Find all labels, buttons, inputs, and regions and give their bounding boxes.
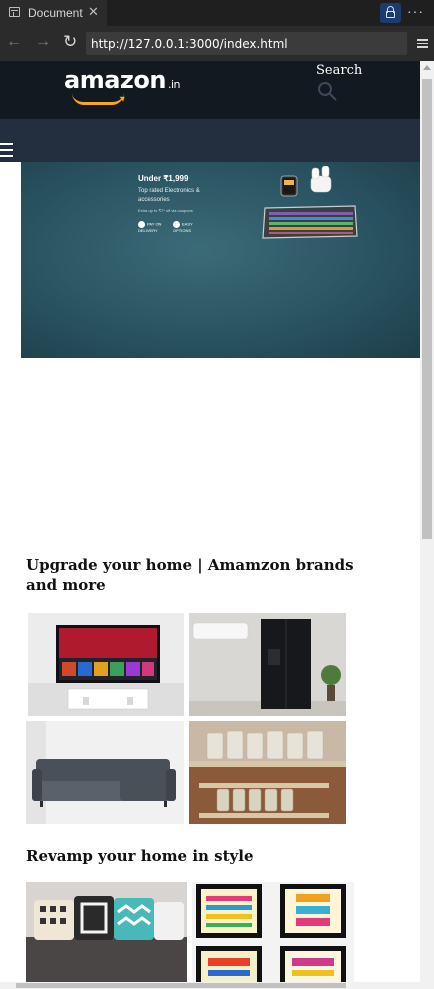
- tile-smart-tv[interactable]: [28, 613, 184, 716]
- page-viewport: amazon .in Search Under ₹1,999 Top rated …: [0, 61, 420, 982]
- tile-cushions[interactable]: [26, 882, 187, 982]
- tile-sofa[interactable]: [26, 721, 184, 824]
- refrigerator-image: [189, 613, 346, 716]
- section-title-revamp-home: Revamp your home in style: [26, 847, 254, 865]
- tile-kitchen-containers[interactable]: [189, 721, 346, 824]
- browser-tab[interactable]: Document ✕: [0, 0, 107, 26]
- kitchen-containers-image: [189, 721, 346, 824]
- electronics-products-image: [262, 166, 358, 239]
- scroll-up-arrow-icon[interactable]: [423, 65, 431, 70]
- tile-wall-frames[interactable]: [192, 882, 354, 982]
- back-arrow-icon[interactable]: ←: [6, 33, 22, 51]
- amazon-logo[interactable]: amazon .in: [64, 66, 180, 94]
- menu-icon[interactable]: [417, 39, 428, 48]
- close-icon[interactable]: ✕: [88, 4, 99, 20]
- tile-refrigerator[interactable]: [189, 613, 346, 716]
- search-label[interactable]: Search: [316, 63, 362, 78]
- tab-title: Document: [28, 6, 83, 20]
- banner-note: Extra up to ₹7* off via coupons: [138, 208, 193, 213]
- section-title-upgrade-home: Upgrade your home | Amamzon brands and m…: [26, 556, 354, 594]
- page-icon: [9, 7, 20, 17]
- banner-title: Under ₹1,999: [138, 174, 189, 183]
- pay-on-delivery-badge: PAY ON DELIVERY: [138, 221, 162, 233]
- more-options-icon[interactable]: ···: [407, 3, 424, 19]
- smart-tv-image: [28, 613, 184, 716]
- browser-toolbar: ← → ↻ http://127.0.0.1:3000/index.html: [0, 26, 434, 61]
- url-text: http://127.0.0.1:3000/index.html: [91, 37, 288, 51]
- easy-emi-badge: EASY OPTIONS: [173, 221, 193, 233]
- search-icon[interactable]: [317, 81, 337, 101]
- banner-subtitle: Top rated Electronics & accessories: [138, 188, 200, 203]
- forward-arrow-icon[interactable]: →: [35, 33, 51, 51]
- address-bar[interactable]: http://127.0.0.1:3000/index.html: [86, 32, 407, 55]
- banner-previous-arrow-icon[interactable]: [0, 162, 18, 202]
- tab-bar: Document ✕ ···: [0, 0, 434, 26]
- hero-banner[interactable]: Under ₹1,999 Top rated Electronics & acc…: [21, 162, 420, 358]
- reload-icon[interactable]: ↻: [63, 32, 77, 52]
- cushions-image: [26, 882, 187, 982]
- horizontal-scrollbar[interactable]: [0, 982, 434, 989]
- vertical-scrollbar[interactable]: [420, 61, 434, 982]
- lock-icon[interactable]: [380, 3, 401, 23]
- scrollbar-thumb[interactable]: [422, 79, 432, 539]
- hamburger-menu-icon[interactable]: [0, 143, 13, 157]
- logo-smile-icon: [72, 93, 124, 105]
- horizontal-scrollbar-thumb[interactable]: [16, 983, 346, 988]
- sofa-image: [26, 721, 184, 824]
- sub-navigation: [0, 119, 420, 162]
- site-header: amazon .in Search: [0, 61, 420, 119]
- wall-frames-image: [192, 882, 354, 982]
